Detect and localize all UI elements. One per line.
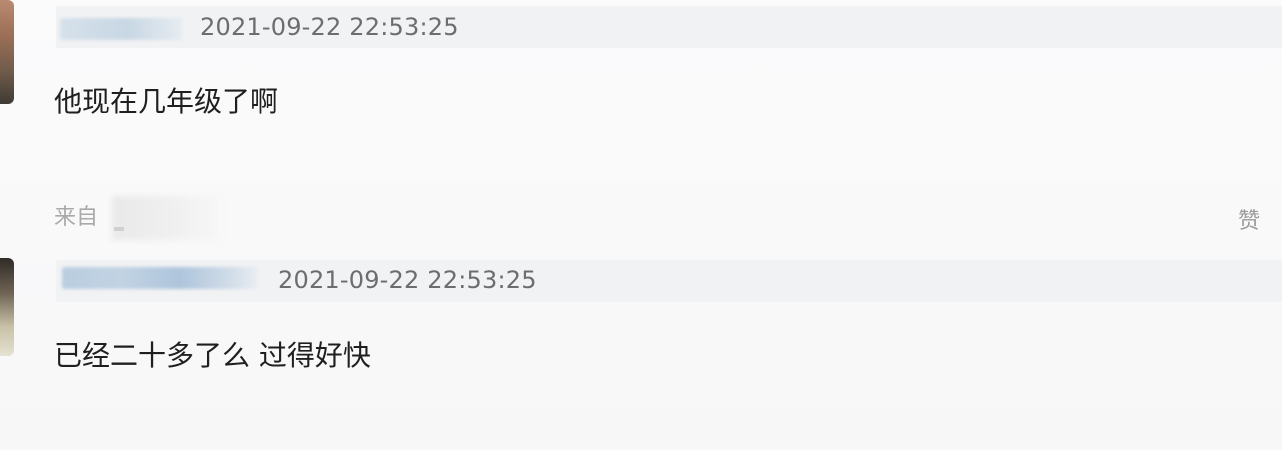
avatar[interactable] (0, 258, 14, 356)
source-name-blurred[interactable] (112, 196, 222, 240)
comment-body: 他现在几年级了啊 (54, 85, 279, 118)
comment-body: 已经二十多了么 过得好快 (54, 339, 371, 372)
comment-timestamp: 2021-09-22 22:53:25 (278, 266, 537, 294)
comment-timestamp: 2021-09-22 22:53:25 (200, 13, 459, 41)
source-label: 来自 (54, 205, 99, 230)
username-blurred[interactable] (60, 18, 182, 40)
like-button[interactable]: 赞 (1238, 206, 1260, 238)
username-blurred[interactable] (62, 267, 258, 289)
source-underscore-mark (114, 227, 124, 231)
avatar[interactable] (0, 0, 14, 104)
comment-thread: 2021-09-22 22:53:25 他现在几年级了啊 来自 赞 2021-0… (0, 0, 1282, 450)
